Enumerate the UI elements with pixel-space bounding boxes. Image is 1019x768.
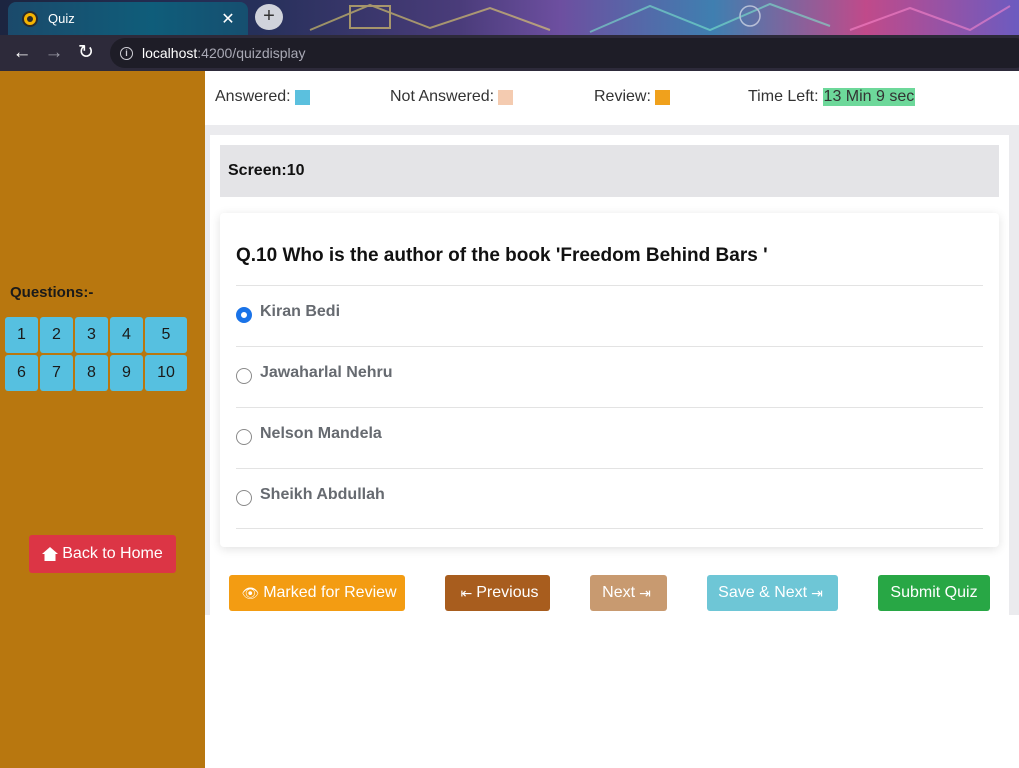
question-button-9[interactable]: 9: [110, 355, 143, 391]
close-tab-icon[interactable]: ✕: [218, 9, 238, 29]
time-left: Time Left: 13 Min 9 sec: [748, 88, 916, 106]
time-left-label: Time Left:: [748, 88, 819, 105]
legend-answered-label: Answered:: [215, 88, 291, 105]
arrow-right-bar-icon: ⇥: [639, 584, 651, 601]
next-label: Next: [602, 584, 636, 601]
forward-arrow-icon[interactable]: →: [38, 37, 70, 69]
next-button[interactable]: Next ⇥: [590, 575, 667, 611]
quiz-panel: Screen:10 Q.10 Who is the author of the …: [210, 135, 1009, 615]
home-icon: [42, 547, 59, 561]
submit-quiz-button[interactable]: Submit Quiz: [878, 575, 990, 611]
question-button-5[interactable]: 5: [145, 317, 187, 353]
back-arrow-icon[interactable]: ←: [6, 37, 38, 69]
sidebar: Questions:- 1 2 3 4 5 6 7 8 9 10 Back to…: [0, 71, 205, 768]
quiz-area: Screen:10 Q.10 Who is the author of the …: [205, 125, 1019, 615]
browser-tab-strip: Quiz ✕ +: [0, 0, 1019, 35]
legend-answered: Answered:: [215, 88, 310, 106]
eye-icon: 👁: [241, 584, 260, 601]
legend-review-label: Review:: [594, 88, 651, 105]
option-row[interactable]: Kiran Bedi: [236, 285, 983, 346]
marked-for-review-label: Marked for Review: [263, 584, 397, 601]
question-button-6[interactable]: 6: [5, 355, 38, 391]
question-button-8[interactable]: 8: [75, 355, 108, 391]
question-text: Q.10 Who is the author of the book 'Free…: [236, 245, 768, 266]
legend-review: Review:: [594, 88, 670, 106]
back-to-home-label: Back to Home: [62, 545, 163, 562]
new-tab-button[interactable]: +: [255, 4, 283, 30]
save-and-next-label: Save & Next: [718, 584, 808, 601]
back-to-home-button[interactable]: Back to Home: [29, 535, 176, 573]
option-label[interactable]: Nelson Mandela: [260, 425, 382, 443]
radio-selected-icon[interactable]: [236, 307, 252, 323]
url-path: :4200/quizdisplay: [197, 45, 306, 61]
legend-not-answered: Not Answered:: [390, 88, 514, 106]
address-bar[interactable]: i localhost:4200/quizdisplay: [110, 38, 1019, 68]
tab-strip-artwork: [309, 2, 1011, 33]
option-row[interactable]: Sheikh Abdullah: [236, 468, 983, 529]
screen-indicator: Screen:10: [220, 145, 999, 197]
url-text: localhost:4200/quizdisplay: [142, 45, 305, 61]
not-answered-swatch: [498, 89, 514, 105]
radio-icon[interactable]: [236, 429, 252, 445]
marked-for-review-button[interactable]: 👁 Marked for Review: [229, 575, 405, 611]
browser-toolbar: ← → ↻ i localhost:4200/quizdisplay: [0, 35, 1019, 71]
previous-label: Previous: [476, 584, 539, 601]
option-row[interactable]: Nelson Mandela: [236, 407, 983, 468]
quiz-page: Questions:- 1 2 3 4 5 6 7 8 9 10 Back to…: [0, 71, 1019, 768]
quiz-favicon-icon: [22, 10, 38, 27]
action-buttons: 👁 Marked for Review ⇤ Previous Next ⇥ Sa…: [210, 558, 1009, 614]
url-host: localhost: [142, 45, 198, 61]
info-icon[interactable]: i: [120, 46, 133, 60]
main-content: Answered: Not Answered: Review: Time Lef…: [205, 71, 1019, 768]
question-navigator: 1 2 3 4 5 6 7 8 9 10: [5, 317, 190, 391]
submit-quiz-label: Submit Quiz: [890, 584, 978, 601]
question-button-3[interactable]: 3: [75, 317, 108, 353]
previous-button[interactable]: ⇤ Previous: [445, 575, 550, 611]
question-button-7[interactable]: 7: [40, 355, 73, 391]
option-row[interactable]: Jawaharlal Nehru: [236, 346, 983, 407]
question-button-1[interactable]: 1: [5, 317, 38, 353]
status-legend: Answered: Not Answered: Review: Time Lef…: [205, 71, 1019, 125]
option-label[interactable]: Jawaharlal Nehru: [260, 364, 393, 382]
option-label[interactable]: Kiran Bedi: [260, 303, 340, 321]
questions-title: Questions:-: [10, 284, 94, 301]
arrow-right-bar-icon: ⇥: [811, 584, 823, 601]
tab-title: Quiz: [48, 11, 75, 26]
question-card: Q.10 Who is the author of the book 'Free…: [220, 213, 999, 547]
question-button-2[interactable]: 2: [40, 317, 73, 353]
option-label[interactable]: Sheikh Abdullah: [260, 486, 385, 504]
question-button-10[interactable]: 10: [145, 355, 187, 391]
save-and-next-button[interactable]: Save & Next ⇥: [707, 575, 838, 611]
reload-icon[interactable]: ↻: [70, 37, 102, 69]
radio-icon[interactable]: [236, 368, 252, 384]
legend-not-answered-label: Not Answered:: [390, 88, 495, 105]
review-swatch: [654, 89, 670, 105]
arrow-left-bar-icon: ⇤: [460, 584, 473, 601]
answer-options: Kiran Bedi Jawaharlal Nehru Nelson Mande…: [236, 285, 983, 529]
time-left-value: 13 Min 9 sec: [822, 88, 916, 106]
answered-swatch: [294, 89, 310, 105]
browser-tab[interactable]: Quiz ✕: [8, 2, 248, 35]
question-button-4[interactable]: 4: [110, 317, 143, 353]
radio-icon[interactable]: [236, 490, 252, 506]
